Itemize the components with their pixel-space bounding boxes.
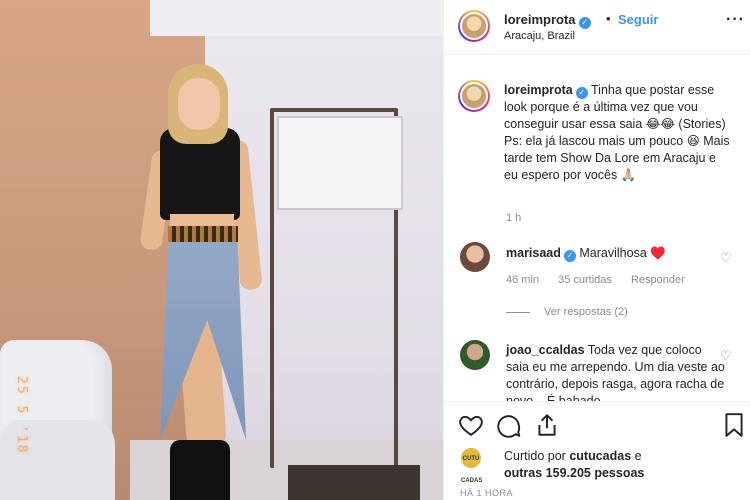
person-boots [170,440,230,500]
comment-username[interactable]: joao_ccaldas [506,343,585,357]
more-options-icon[interactable]: ··· [726,11,745,29]
bookmark-icon[interactable] [721,412,747,438]
comment-time[interactable]: 46 min [506,274,539,286]
reply-button[interactable]: Responder [631,274,685,286]
author-avatar[interactable] [458,10,490,42]
like-heart-icon[interactable] [458,412,484,438]
comment-text: Maravilhosa ♥️ [579,246,666,260]
caption-text: Tinha que postar esse look porque é a úl… [504,83,730,182]
post-photo[interactable]: 25 5 '18 [0,0,443,500]
caption-avatar[interactable] [458,80,490,112]
verified-badge-icon: ✓ [578,17,591,29]
comment-like-heart-icon[interactable]: ♡ [720,250,732,266]
replies-divider [506,311,530,313]
ceiling [150,0,443,36]
comment-avatar[interactable] [460,242,490,272]
comment-body: marisaad ✓ Maravilhosa ♥️ [506,246,666,262]
liked-by-user[interactable]: cutucadas [569,449,631,463]
follow-button[interactable]: Seguir [618,12,658,27]
view-replies-button[interactable]: Ver respostas (2) [506,306,628,318]
post-header: loreimprota ✓ • Seguir Aracaju, Brazil ··… [444,0,750,55]
liked-by-and: e [631,449,642,463]
person-face [178,78,220,130]
caption-time[interactable]: 1 h [506,212,521,224]
comment-body: joao_ccaldas Toda vez que coloco saia eu… [506,342,728,401]
post-timestamp[interactable]: HÁ 1 HORA [460,488,513,498]
comment-username[interactable]: marisaad [506,246,561,260]
comment-like-heart-icon[interactable]: ♡ [720,348,732,364]
post-location[interactable]: Aracaju, Brazil [504,30,575,42]
post-sidebar: loreimprota ✓ • Seguir Aracaju, Brazil ··… [443,0,750,500]
share-upload-icon[interactable] [534,412,560,438]
date-stamp: 25 5 '18 [14,376,29,455]
comments-list[interactable]: loreimprota ✓ Tinha que postar esse look … [444,56,750,401]
comment-likes[interactable]: 35 curtidas [558,274,612,286]
header-separator: • [606,11,611,26]
person-belt [168,226,238,242]
verified-badge-icon: ✓ [575,87,588,99]
liked-by-label: Curtido por [504,449,566,463]
comment-avatar[interactable] [460,340,490,370]
caption-username[interactable]: loreimprota [504,83,573,97]
verified-badge-icon: ✓ [563,250,576,262]
liker-avatar[interactable]: CUTU CADAS [460,447,482,484]
post-caption: loreimprota ✓ Tinha que postar esse look … [504,82,732,184]
display-stand-panel [277,116,403,210]
display-stand-base [288,465,420,500]
author-username[interactable]: loreimprota ✓ [504,12,591,29]
comment-bubble-icon[interactable] [496,412,522,438]
likes-summary: Curtido por cutucadas e outras 159.205 p… [504,448,644,482]
post-actions: CUTU CADAS Curtido por cutucadas e outra… [444,401,750,500]
comment-meta: 46 min 35 curtidas Responder [506,274,701,286]
likes-count[interactable]: outras 159.205 pessoas [504,466,644,480]
